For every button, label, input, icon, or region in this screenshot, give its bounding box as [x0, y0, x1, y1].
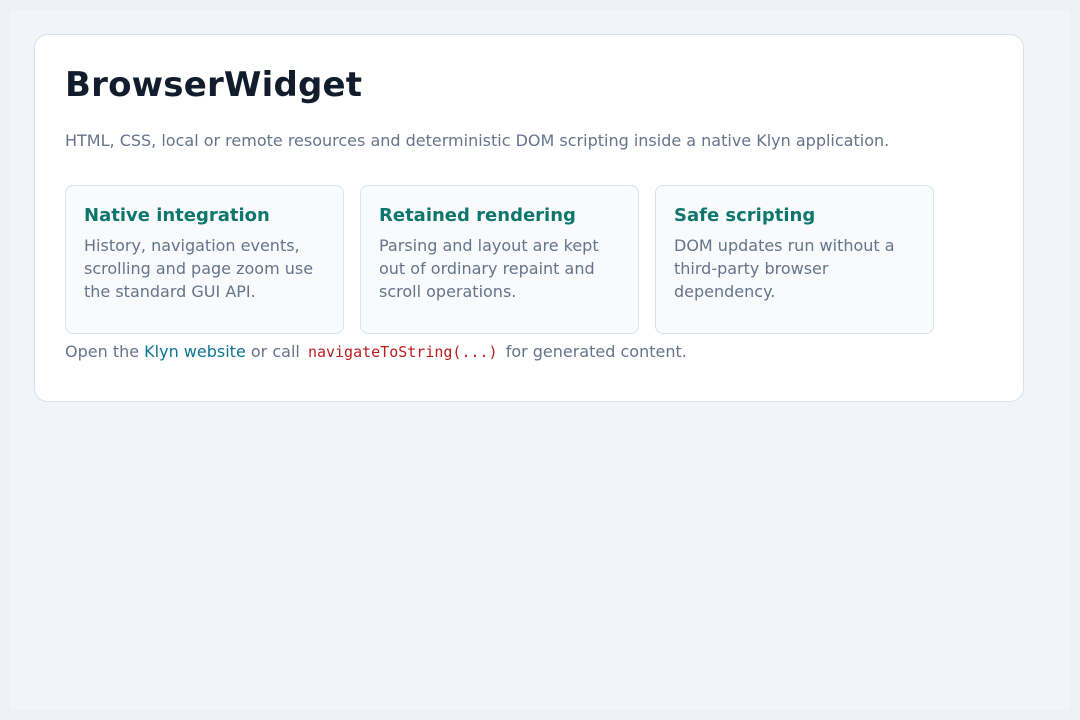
footer-suffix: for generated content.	[505, 342, 687, 361]
footer-middle: or call	[250, 342, 300, 361]
feature-description: DOM updates run without a third-party br…	[674, 236, 895, 301]
feature-title: Safe scripting	[674, 205, 816, 226]
feature-card-safe-scripting: Safe scripting DOM updates run without a…	[655, 185, 934, 334]
page-title: BrowserWidget	[65, 65, 363, 105]
klyn-website-link[interactable]: Klyn website	[144, 342, 246, 361]
feature-title: Retained rendering	[379, 205, 576, 226]
code-snippet: navigateToString(...)	[307, 343, 498, 361]
footer-prefix: Open the	[65, 342, 140, 361]
footer-text: Open the Klyn website or call navigateTo…	[65, 342, 687, 361]
page-subtitle: HTML, CSS, local or remote resources and…	[65, 131, 890, 150]
browser-viewport: BrowserWidget HTML, CSS, local or remote…	[10, 10, 1070, 710]
feature-card-retained-rendering: Retained rendering Parsing and layout ar…	[360, 185, 639, 334]
feature-description: Parsing and layout are kept out of ordin…	[379, 236, 599, 301]
feature-title: Native integration	[84, 205, 270, 226]
content-card: BrowserWidget HTML, CSS, local or remote…	[34, 34, 1024, 402]
feature-card-native-integration: Native integration History, navigation e…	[65, 185, 344, 334]
feature-description: History, navigation events, scrolling an…	[84, 236, 314, 301]
